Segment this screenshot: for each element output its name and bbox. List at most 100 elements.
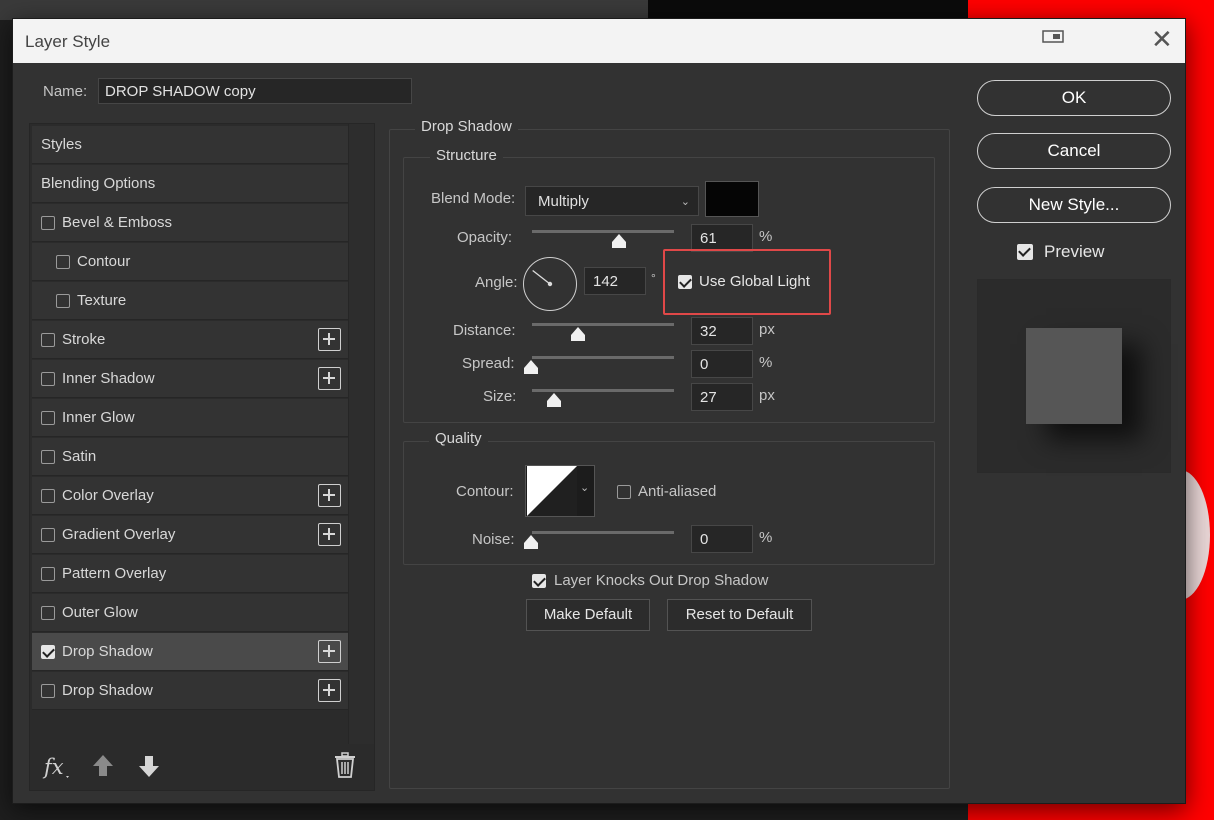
- noise-input[interactable]: 0: [691, 525, 753, 553]
- distance-input[interactable]: 32: [691, 317, 753, 345]
- style-item-stroke[interactable]: Stroke: [32, 321, 348, 359]
- style-item-checkbox[interactable]: [56, 294, 70, 308]
- styles-list-scrollbar[interactable]: [348, 124, 374, 744]
- style-item-color-overlay[interactable]: Color Overlay: [32, 477, 348, 515]
- style-item-label: Stroke: [62, 331, 106, 348]
- preview-label[interactable]: Preview: [1044, 242, 1104, 262]
- close-icon[interactable]: ✕: [1151, 26, 1173, 52]
- preview-swatch: [1026, 328, 1122, 424]
- spread-label: Spread:: [462, 355, 515, 372]
- style-item-checkbox[interactable]: [41, 606, 55, 620]
- distance-slider-track[interactable]: [532, 323, 674, 326]
- anti-aliased-checkbox[interactable]: [617, 485, 631, 499]
- spread-slider-track[interactable]: [532, 356, 674, 359]
- style-item-checkbox[interactable]: [41, 645, 55, 659]
- move-down-icon[interactable]: [138, 754, 160, 778]
- window-mode-icon[interactable]: [1041, 29, 1065, 45]
- size-input[interactable]: 27: [691, 383, 753, 411]
- style-item-checkbox[interactable]: [41, 528, 55, 542]
- add-effect-icon[interactable]: [318, 328, 341, 351]
- new-style-button[interactable]: New Style...: [977, 187, 1171, 223]
- style-item-label: Blending Options: [41, 175, 156, 192]
- style-item-label: Gradient Overlay: [62, 526, 176, 543]
- style-item-contour[interactable]: Contour: [32, 243, 348, 281]
- spread-slider-thumb[interactable]: [524, 360, 538, 374]
- add-effect-icon[interactable]: [318, 640, 341, 663]
- dialog-title: Layer Style: [25, 32, 111, 51]
- trash-icon[interactable]: [334, 752, 356, 778]
- style-item-checkbox[interactable]: [41, 684, 55, 698]
- style-item-satin[interactable]: Satin: [32, 438, 348, 476]
- style-item-blending-options[interactable]: Blending Options: [32, 165, 348, 203]
- blend-mode-label: Blend Mode:: [431, 190, 516, 207]
- opacity-slider-thumb[interactable]: [612, 234, 626, 248]
- use-global-light-label[interactable]: Use Global Light: [699, 273, 810, 290]
- reset-to-default-button[interactable]: Reset to Default: [667, 599, 812, 631]
- style-item-drop-shadow[interactable]: Drop Shadow: [32, 633, 348, 671]
- style-item-texture[interactable]: Texture: [32, 282, 348, 320]
- spread-input[interactable]: 0: [691, 350, 753, 378]
- cancel-button[interactable]: Cancel: [977, 133, 1171, 169]
- style-item-checkbox[interactable]: [56, 255, 70, 269]
- style-item-pattern-overlay[interactable]: Pattern Overlay: [32, 555, 348, 593]
- opacity-slider-track[interactable]: [532, 230, 674, 233]
- blend-mode-value: Multiply: [538, 193, 589, 210]
- style-item-bevel-emboss[interactable]: Bevel & Emboss: [32, 204, 348, 242]
- opacity-input[interactable]: 61: [691, 224, 753, 252]
- preview-checkbox[interactable]: [1017, 244, 1033, 260]
- style-item-label: Bevel & Emboss: [62, 214, 173, 231]
- knocks-out-checkbox[interactable]: [532, 574, 546, 588]
- style-item-checkbox[interactable]: [41, 450, 55, 464]
- styles-list: Styles Blending Options Bevel & Emboss Cont…: [29, 123, 375, 791]
- noise-slider-track[interactable]: [532, 531, 674, 534]
- style-item-checkbox[interactable]: [41, 489, 55, 503]
- opacity-label: Opacity:: [457, 229, 513, 246]
- size-slider-thumb[interactable]: [547, 393, 561, 407]
- blend-mode-select[interactable]: Multiply ⌄: [525, 186, 699, 216]
- style-item-checkbox[interactable]: [41, 333, 55, 347]
- style-item-outer-glow[interactable]: Outer Glow: [32, 594, 348, 632]
- style-item-checkbox[interactable]: [41, 411, 55, 425]
- style-item-drop-shadow[interactable]: Drop Shadow: [32, 672, 348, 710]
- name-input[interactable]: [98, 78, 412, 104]
- anti-aliased-label[interactable]: Anti-aliased: [638, 483, 716, 500]
- name-label: Name:: [43, 83, 88, 100]
- move-up-icon[interactable]: [92, 754, 114, 778]
- drop-shadow-section-title: Drop Shadow: [415, 118, 518, 135]
- contour-picker[interactable]: ⌄: [525, 465, 595, 517]
- angle-label: Angle:: [475, 274, 518, 291]
- style-item-inner-glow[interactable]: Inner Glow: [32, 399, 348, 437]
- distance-label: Distance:: [453, 322, 516, 339]
- angle-dial[interactable]: [523, 257, 577, 311]
- ok-button[interactable]: OK: [977, 80, 1171, 116]
- style-item-checkbox[interactable]: [41, 216, 55, 230]
- angle-input[interactable]: 142: [584, 267, 646, 295]
- noise-slider-thumb[interactable]: [524, 535, 538, 549]
- style-item-inner-shadow[interactable]: Inner Shadow: [32, 360, 348, 398]
- styles-list-toolbar: fx: [30, 740, 374, 790]
- title-bar: Layer Style ✕: [13, 19, 1185, 63]
- noise-unit: %: [759, 529, 773, 546]
- contour-curve-icon: [527, 466, 577, 516]
- use-global-light-checkbox[interactable]: [678, 275, 692, 289]
- fx-icon[interactable]: fx: [42, 754, 72, 782]
- style-item-styles[interactable]: Styles: [32, 126, 348, 164]
- knocks-out-label[interactable]: Layer Knocks Out Drop Shadow: [554, 572, 768, 589]
- style-item-label: Satin: [62, 448, 97, 465]
- style-item-gradient-overlay[interactable]: Gradient Overlay: [32, 516, 348, 554]
- add-effect-icon[interactable]: [318, 484, 341, 507]
- chevron-down-icon[interactable]: ⌄: [580, 481, 589, 494]
- add-effect-icon[interactable]: [318, 679, 341, 702]
- style-item-label: Color Overlay: [62, 487, 154, 504]
- shadow-color-swatch[interactable]: [705, 181, 759, 217]
- style-item-checkbox[interactable]: [41, 567, 55, 581]
- add-effect-icon[interactable]: [318, 523, 341, 546]
- make-default-button[interactable]: Make Default: [526, 599, 650, 631]
- style-preview: [977, 279, 1171, 473]
- add-effect-icon[interactable]: [318, 367, 341, 390]
- distance-slider-thumb[interactable]: [571, 327, 585, 341]
- size-slider-track[interactable]: [532, 389, 674, 392]
- style-item-checkbox[interactable]: [41, 372, 55, 386]
- style-item-label: Inner Shadow: [62, 370, 155, 387]
- style-item-label: Drop Shadow: [62, 643, 153, 660]
